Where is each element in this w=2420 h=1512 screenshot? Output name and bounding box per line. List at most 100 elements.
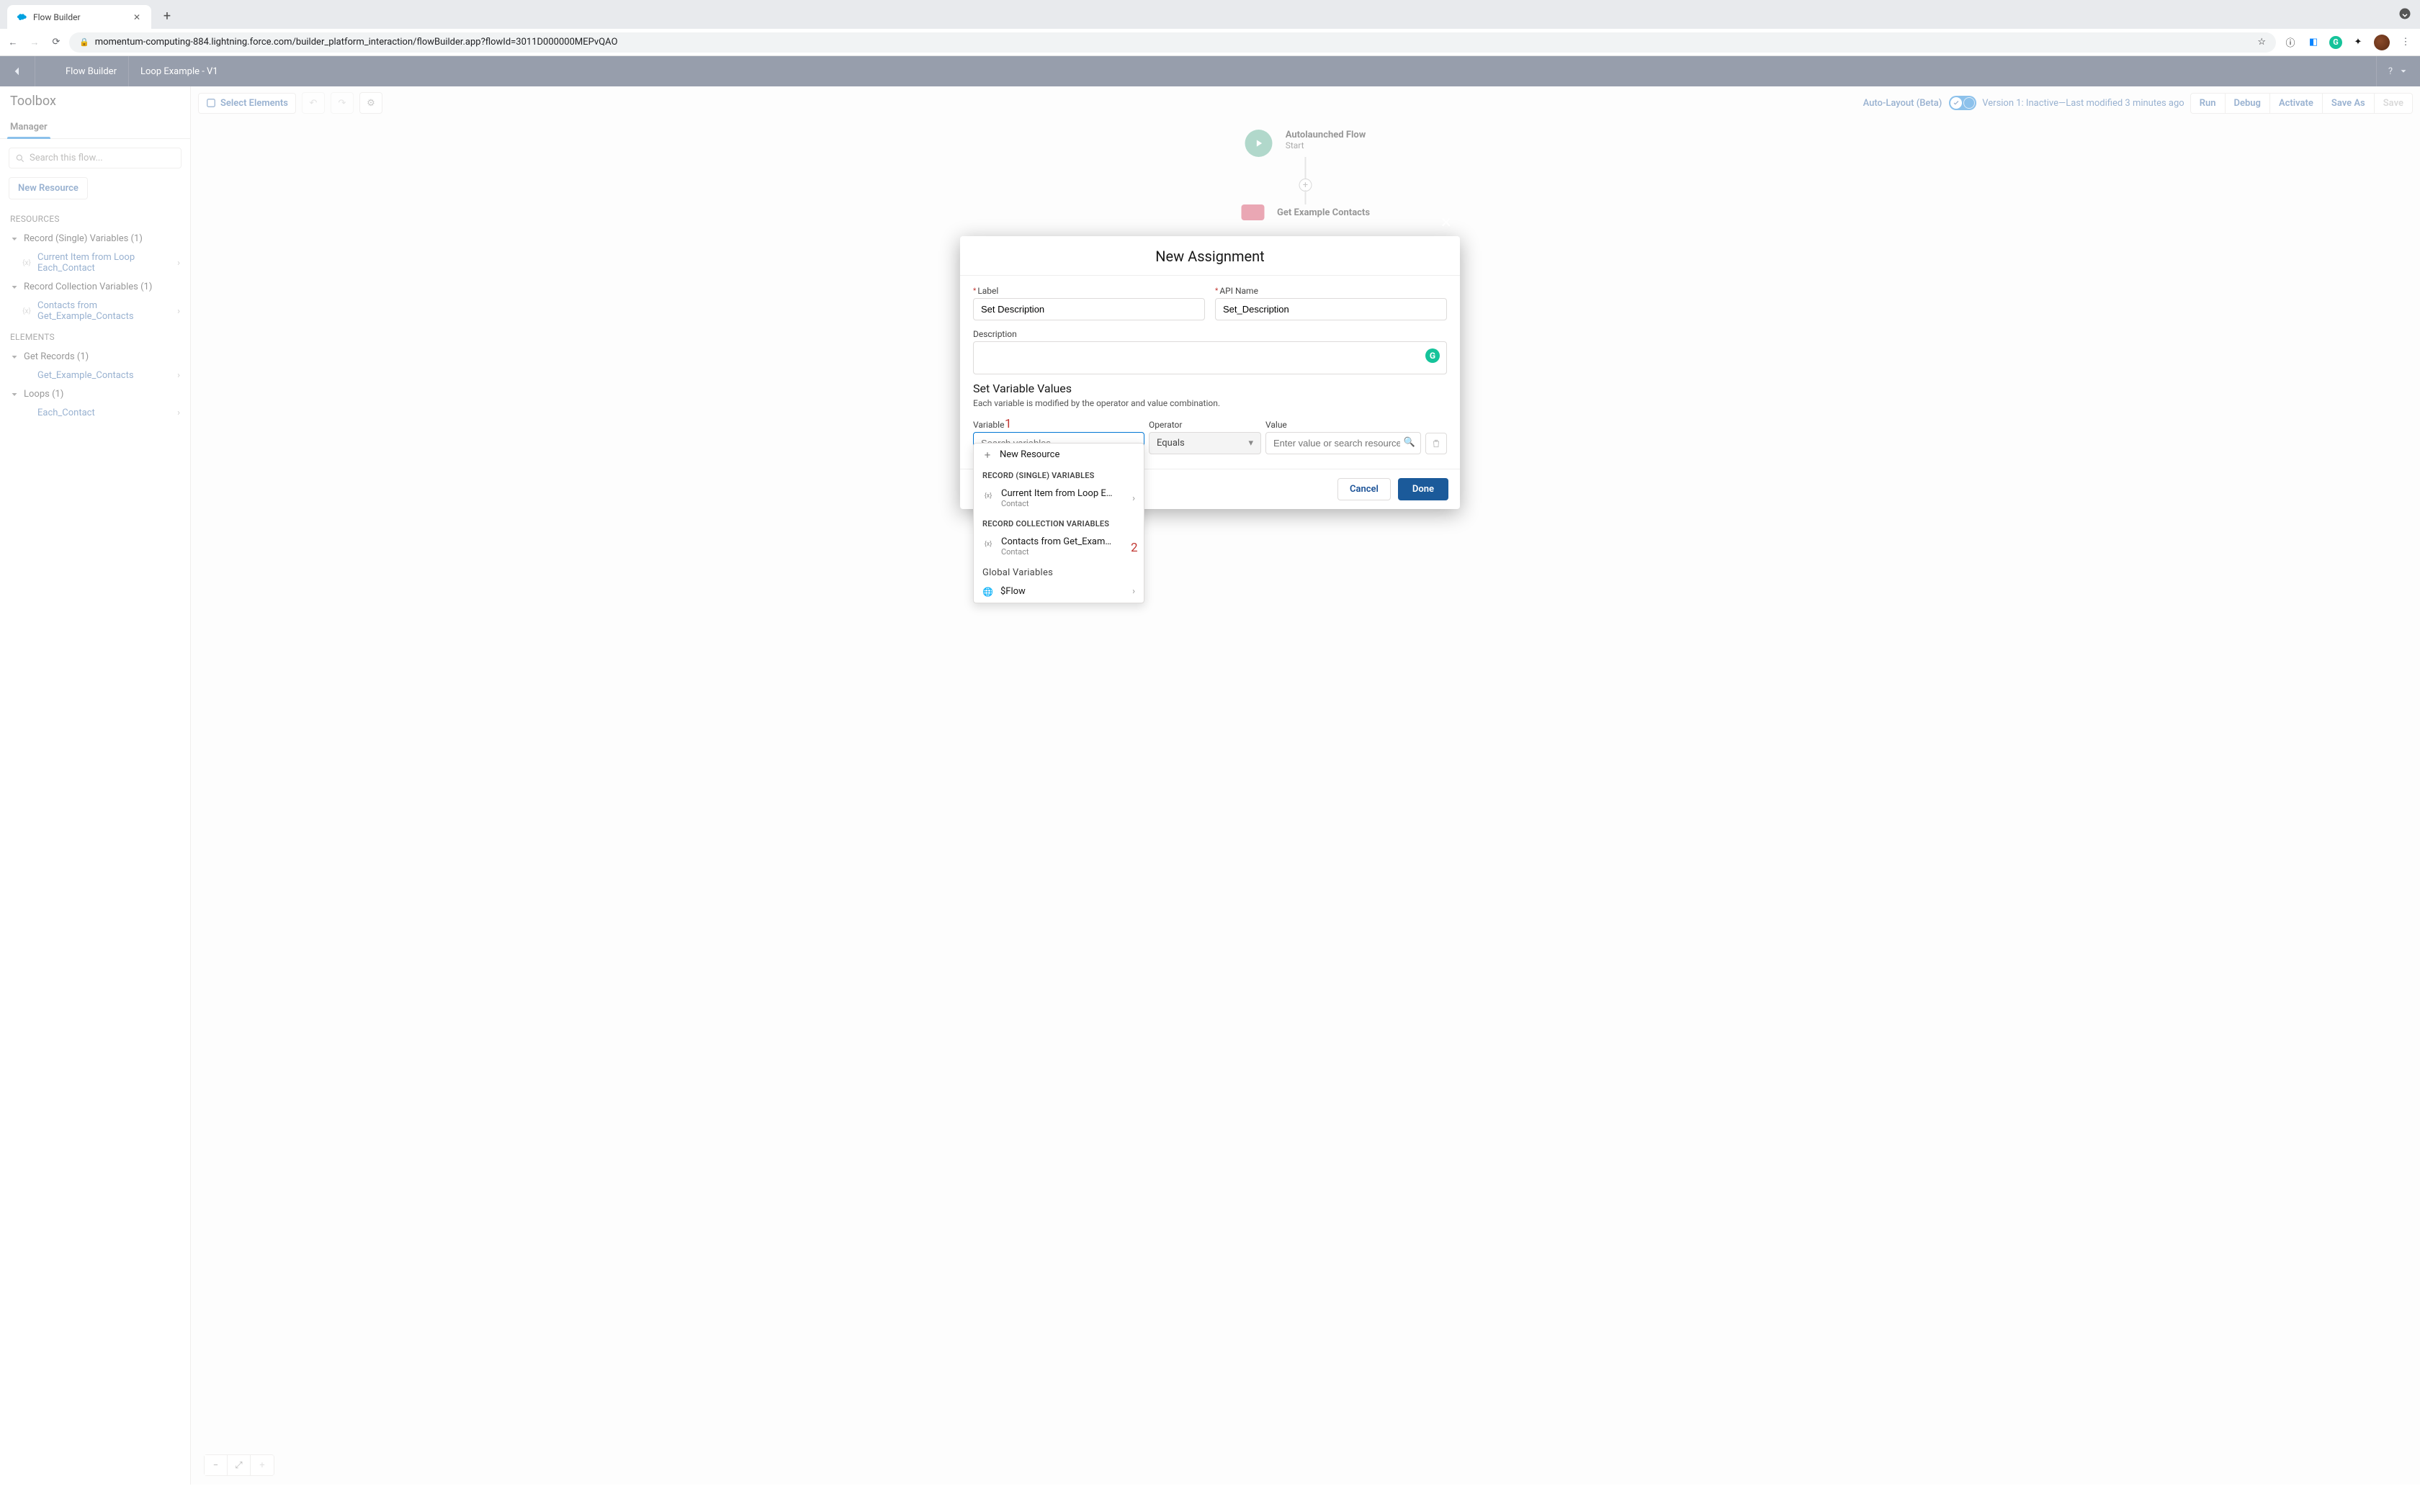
variable-icon: {x} (22, 258, 32, 268)
run-button[interactable]: Run (2190, 93, 2226, 114)
plus-icon: + (982, 450, 992, 460)
new-resource-button[interactable]: New Resource (9, 177, 88, 199)
resource-link[interactable]: Each_Contact (37, 408, 171, 418)
select-icon (206, 98, 216, 108)
help-menu[interactable]: ? (2376, 56, 2420, 86)
dd-item-current-loop[interactable]: {x} Current Item from Loop Each_Co... Co… (974, 482, 1144, 514)
browser-toolbar: ← → ⟳ 🔒 momentum-computing-884.lightning… (0, 29, 2420, 56)
chevron-down-icon (10, 283, 19, 292)
info-icon[interactable]: ⓘ (2283, 35, 2298, 50)
group-single-variables[interactable]: Record (Single) Variables (1) (0, 230, 190, 248)
modal-title: New Assignment (960, 236, 1460, 276)
flow-name[interactable]: Loop Example - V1 (129, 56, 230, 86)
salesforce-cloud-icon (16, 12, 27, 23)
zoom-out-button[interactable]: − (205, 1455, 228, 1475)
delete-row-button[interactable] (1425, 433, 1447, 454)
group-get-records[interactable]: Get Records (1) (0, 348, 190, 366)
chevron-right-icon: › (1132, 493, 1135, 504)
resource-link[interactable]: Get_Example_Contacts (37, 370, 171, 381)
address-bar[interactable]: 🔒 momentum-computing-884.lightning.force… (69, 32, 2276, 53)
dd-item-flow[interactable]: 🌐 $Flow › (974, 580, 1144, 603)
extension-icon[interactable]: ◧ (2306, 35, 2321, 50)
close-modal-button[interactable]: × (1441, 212, 1461, 232)
api-name-input[interactable] (1215, 298, 1447, 320)
operator-select[interactable]: Equals ▾ (1149, 432, 1261, 454)
start-node[interactable]: Autolaunched Flow Start (1245, 130, 1366, 157)
trash-icon (1431, 438, 1441, 449)
url-text: momentum-computing-884.lightning.force.c… (95, 37, 618, 48)
select-elements-button[interactable]: Select Elements (198, 93, 296, 114)
chevron-right-icon: › (1132, 586, 1135, 597)
canvas-action-bar: Select Elements ↶ ↷ ⚙ Auto-Layout (Beta)… (198, 92, 2413, 114)
redo-button[interactable]: ↷ (331, 92, 354, 114)
settings-button[interactable]: ⚙ (359, 92, 382, 114)
browser-tab[interactable]: Flow Builder ✕ (7, 5, 151, 29)
chevron-down-icon (2398, 66, 2408, 76)
grammarly-badge-icon: G (1425, 348, 1440, 363)
variable-icon: {x} (982, 541, 994, 552)
debug-button[interactable]: Debug (2226, 93, 2270, 114)
group-collection-variables[interactable]: Record Collection Variables (1) (0, 278, 190, 296)
version-text: Version 1: Inactive—Last modified 3 minu… (1982, 98, 2184, 109)
chevron-right-icon[interactable]: › (177, 408, 180, 418)
elements-header: ELEMENTS (0, 326, 190, 348)
forward-button[interactable]: → (29, 37, 40, 48)
dd-new-resource[interactable]: + New Resource (974, 444, 1144, 466)
data-element-icon (1241, 204, 1264, 220)
value-label: Value (1265, 420, 1421, 430)
toolbox-title: Toolbox (0, 86, 190, 116)
search-input[interactable]: Search this flow... (9, 148, 182, 168)
globe-icon: 🌐 (982, 587, 993, 597)
extensions-area: ⓘ ◧ G ✦ ⋮ (2283, 35, 2413, 50)
group-loops[interactable]: Loops (1) (0, 385, 190, 403)
sf-header: Flow Builder Loop Example - V1 ? (0, 56, 2420, 86)
search-icon: 🔍 (1404, 437, 1415, 448)
chevron-right-icon[interactable]: › (177, 370, 180, 381)
resource-link[interactable]: Contacts from Get_Example_Contacts (37, 300, 171, 322)
tab-title: Flow Builder (33, 12, 125, 22)
zoom-fit-button[interactable]: ⤢ (228, 1455, 251, 1475)
save-as-button[interactable]: Save As (2323, 93, 2375, 114)
undo-button[interactable]: ↶ (302, 92, 325, 114)
description-input[interactable] (973, 341, 1447, 374)
bookmark-icon[interactable]: ☆ (2257, 37, 2266, 48)
back-to-setup-button[interactable] (0, 56, 35, 86)
profile-avatar[interactable] (2374, 35, 2390, 50)
activate-button[interactable]: Activate (2270, 93, 2323, 114)
variable-dropdown: + New Resource RECORD (SINGLE) VARIABLES… (973, 443, 1144, 603)
chevron-right-icon[interactable]: › (177, 306, 180, 317)
label-input[interactable] (973, 298, 1205, 320)
cancel-button[interactable]: Cancel (1337, 478, 1391, 500)
resource-link[interactable]: Current Item from Loop Each_Contact (37, 252, 171, 274)
flow-builder-icon (47, 63, 60, 76)
resource-item[interactable]: Each_Contact › (0, 403, 190, 423)
resource-item[interactable]: {x} Current Item from Loop Each_Contact … (0, 248, 190, 278)
auto-layout-toggle[interactable]: Auto-Layout (Beta) (1863, 96, 1977, 110)
tab-manager[interactable]: Manager (0, 116, 58, 138)
zoom-in-button[interactable]: + (251, 1455, 274, 1475)
variable-icon: {x} (22, 306, 32, 316)
new-assignment-modal: × New Assignment *Label *API Name Descri… (960, 236, 1460, 509)
dd-item-contacts[interactable]: {x} Contacts from Get_Example_Contacts C… (974, 531, 1144, 562)
get-records-node[interactable]: Get Example Contacts (1241, 204, 1370, 220)
close-tab-icon[interactable]: ✕ (131, 12, 143, 23)
builder-name: Flow Builder (35, 56, 129, 86)
kebab-menu-icon[interactable]: ⋮ (2398, 35, 2413, 50)
resource-item[interactable]: Get_Example_Contacts › (0, 366, 190, 385)
value-input[interactable] (1265, 432, 1421, 454)
chevron-right-icon[interactable]: › (177, 258, 180, 269)
new-tab-button[interactable]: + (157, 6, 177, 26)
browser-tab-strip: Flow Builder ✕ + (0, 0, 2420, 29)
save-button[interactable]: Save (2375, 93, 2413, 114)
back-button[interactable]: ← (7, 37, 19, 48)
toggle-switch[interactable] (1949, 96, 1976, 110)
grammarly-icon[interactable]: G (2329, 36, 2342, 49)
reload-button[interactable]: ⟳ (50, 37, 62, 48)
window-minimize-icon[interactable] (2398, 7, 2411, 20)
check-icon (1953, 99, 1960, 107)
puzzle-icon[interactable]: ✦ (2351, 35, 2365, 50)
flow-action-buttons: Run Debug Activate Save As Save (2190, 93, 2413, 114)
done-button[interactable]: Done (1398, 478, 1448, 500)
resource-item[interactable]: {x} Contacts from Get_Example_Contacts › (0, 296, 190, 326)
dd-header-global: Global Variables (974, 562, 1144, 580)
